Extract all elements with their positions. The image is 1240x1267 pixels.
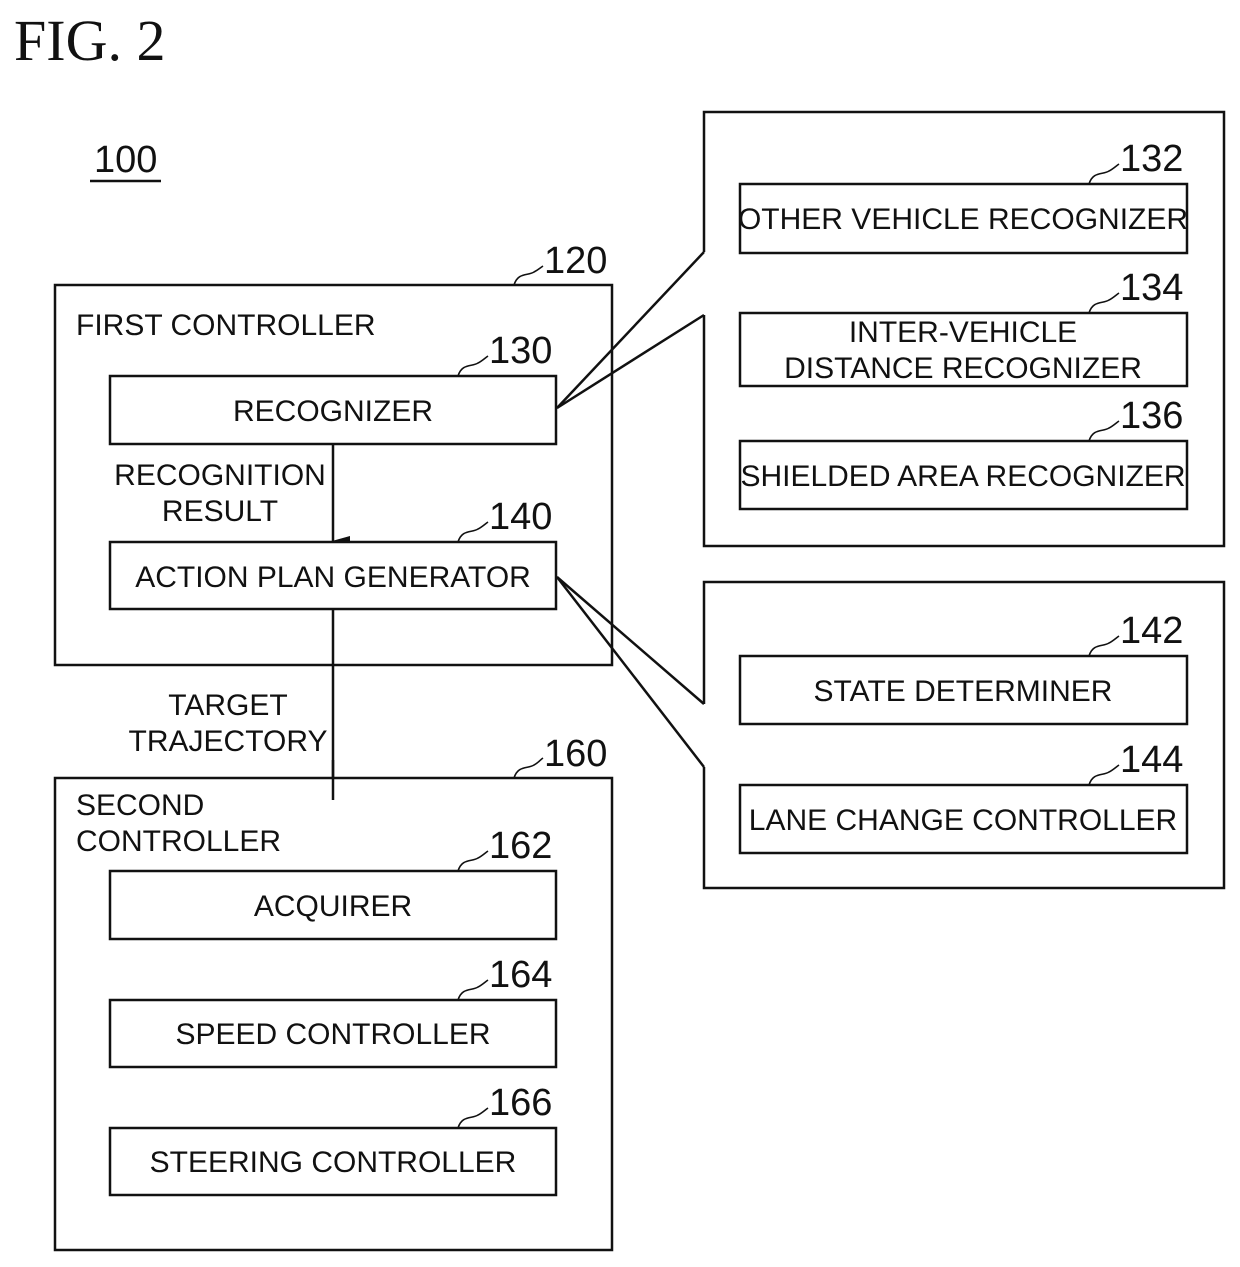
ref-number-130: 130 — [489, 330, 552, 372]
second-controller-title-line2: CONTROLLER — [76, 825, 281, 858]
target-trajectory-label-line1: TARGET — [168, 689, 287, 722]
second-controller-block: 160 SECOND CONTROLLER 162 ACQUIRER 164 S… — [53, 733, 614, 1252]
lane-change-controller-label: LANE CHANGE CONTROLLER — [749, 804, 1177, 837]
ref-leader-144 — [1088, 764, 1120, 786]
steering-controller-label: STEERING CONTROLLER — [150, 1146, 517, 1179]
figure-title: FIG. 2 — [14, 8, 165, 73]
state-determiner-block: 142 STATE DETERMINER — [738, 610, 1189, 726]
ref-number-134: 134 — [1120, 267, 1183, 309]
shielded-area-recognizer-block: 136 SHIELDED AREA RECOGNIZER — [738, 395, 1189, 511]
ref-leader-120 — [513, 265, 544, 286]
recognizer-detail-callout: 132 OTHER VEHICLE RECOGNIZER 134 INTER-V… — [556, 110, 1226, 548]
ref-number-140: 140 — [489, 496, 552, 538]
ref-number-136: 136 — [1120, 395, 1183, 437]
state-determiner-label: STATE DETERMINER — [814, 675, 1113, 708]
ref-leader-132 — [1088, 163, 1120, 185]
ref-number-166: 166 — [489, 1082, 552, 1124]
inter-vehicle-distance-recognizer-block: 134 INTER-VEHICLE DISTANCE RECOGNIZER — [738, 267, 1189, 388]
ref-number-160: 160 — [544, 733, 607, 775]
second-controller-title-line1: SECOND — [76, 789, 204, 822]
first-controller-block: 120 FIRST CONTROLLER 130 RECOGNIZER RECO… — [53, 240, 614, 667]
ref-leader-142 — [1088, 635, 1120, 657]
other-vehicle-recognizer-label: OTHER VEHICLE RECOGNIZER — [738, 203, 1188, 236]
block-diagram: FIG. 2 100 120 FIRST CONTROLLER 130 RECO… — [14, 8, 1226, 1252]
ref-number-164: 164 — [489, 954, 552, 996]
target-trajectory-label-line2: TRAJECTORY — [129, 725, 328, 758]
recognizer-label: RECOGNIZER — [233, 395, 433, 428]
ref-leader-136 — [1088, 420, 1120, 442]
ref-leader-160 — [513, 757, 544, 779]
ref-leader-134 — [1088, 292, 1120, 314]
other-vehicle-recognizer-block: 132 OTHER VEHICLE RECOGNIZER — [738, 138, 1189, 255]
first-controller-title: FIRST CONTROLLER — [76, 309, 376, 342]
inter-vehicle-distance-recognizer-label-line2: DISTANCE RECOGNIZER — [784, 352, 1142, 385]
inter-vehicle-distance-recognizer-label-line1: INTER-VEHICLE — [849, 316, 1077, 349]
system-reference-number: 100 — [94, 139, 157, 181]
ref-number-144: 144 — [1120, 739, 1183, 781]
speed-controller-label: SPEED CONTROLLER — [175, 1018, 490, 1051]
ref-number-132: 132 — [1120, 138, 1183, 180]
action-plan-generator-label: ACTION PLAN GENERATOR — [135, 561, 531, 594]
ref-number-142: 142 — [1120, 610, 1183, 652]
action-plan-detail-callout: 142 STATE DETERMINER 144 LANE CHANGE CON… — [556, 576, 1226, 890]
recognition-result-label-line1: RECOGNITION — [114, 459, 326, 492]
lane-change-controller-block: 144 LANE CHANGE CONTROLLER — [738, 739, 1189, 855]
shielded-area-recognizer-label: SHIELDED AREA RECOGNIZER — [740, 460, 1185, 493]
ref-number-120: 120 — [544, 240, 607, 282]
recognition-result-label-line2: RESULT — [162, 495, 278, 528]
ref-number-162: 162 — [489, 825, 552, 867]
acquirer-label: ACQUIRER — [254, 890, 412, 923]
